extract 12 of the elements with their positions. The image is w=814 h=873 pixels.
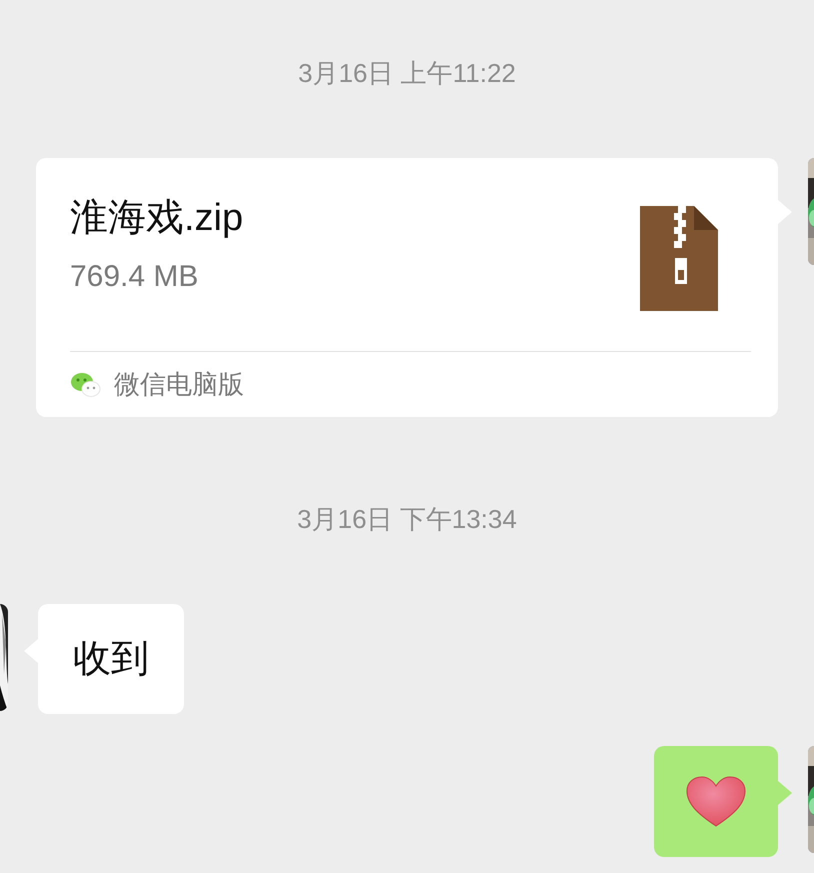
message-bubble[interactable]: 收到	[38, 604, 184, 714]
timestamp: 3月16日 上午11:22	[298, 58, 516, 88]
chat-bubbles-icon	[70, 370, 102, 398]
source-label: 微信电脑版	[114, 368, 244, 401]
timestamp: 3月16日 下午13:34	[297, 504, 517, 534]
zip-file-icon	[640, 206, 718, 311]
file-size: 769.4 MB	[70, 260, 200, 294]
heart-icon	[686, 776, 746, 828]
file-card[interactable]: 淮海戏.zip 769.4 MB 微信电脑版	[36, 158, 778, 417]
file-name: 淮海戏.zip	[70, 196, 244, 240]
sticker-bubble[interactable]	[654, 746, 778, 857]
bubble-tail	[778, 781, 792, 805]
